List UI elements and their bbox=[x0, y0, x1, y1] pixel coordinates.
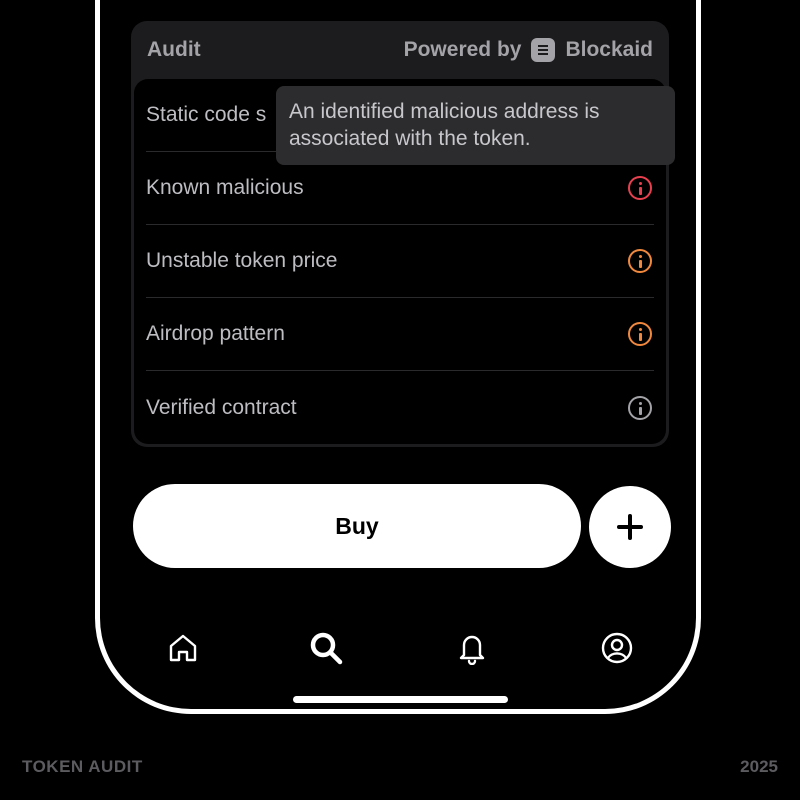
nav-home[interactable] bbox=[163, 628, 203, 668]
info-icon[interactable] bbox=[628, 395, 652, 420]
audit-row-airdrop-pattern[interactable]: Airdrop pattern bbox=[146, 298, 654, 371]
buy-button[interactable]: Buy bbox=[133, 484, 581, 568]
powered-by-prefix: Powered by bbox=[403, 38, 522, 61]
nav-profile[interactable] bbox=[597, 628, 637, 668]
audit-row-label: Static code s bbox=[146, 103, 267, 126]
info-icon[interactable] bbox=[628, 176, 652, 200]
audit-row-label: Unstable token price bbox=[146, 249, 338, 272]
audit-row-label: Known malicious bbox=[146, 176, 304, 199]
provider-name: Blockaid bbox=[565, 38, 653, 61]
audit-row-unstable-price[interactable]: Unstable token price bbox=[146, 225, 654, 298]
search-icon bbox=[310, 632, 343, 665]
home-icon bbox=[169, 634, 197, 662]
audit-card: Audit Powered by Blockaid Static code s … bbox=[131, 21, 669, 447]
audit-header: Audit Powered by Blockaid bbox=[131, 21, 669, 79]
plus-icon[interactable] bbox=[589, 486, 671, 568]
audit-title: Audit bbox=[147, 38, 201, 61]
profile-icon bbox=[601, 632, 633, 664]
info-icon[interactable] bbox=[628, 249, 652, 273]
home-indicator bbox=[293, 696, 508, 703]
bell-icon bbox=[459, 635, 485, 665]
powered-by: Powered by Blockaid bbox=[404, 38, 653, 62]
blockaid-logo-icon bbox=[531, 38, 556, 62]
audit-row-label: Airdrop pattern bbox=[146, 322, 285, 345]
tooltip: An identified malicious address is assoc… bbox=[276, 86, 675, 165]
footer-title: TOKEN AUDIT bbox=[22, 757, 143, 776]
info-icon[interactable] bbox=[628, 322, 652, 346]
nav-notifications[interactable] bbox=[452, 628, 492, 668]
footer-year: 2025 bbox=[740, 757, 778, 776]
audit-row-label: Verified contract bbox=[146, 395, 297, 419]
audit-row-verified-contract[interactable]: Verified contract bbox=[146, 371, 654, 444]
nav-search[interactable] bbox=[306, 628, 346, 668]
